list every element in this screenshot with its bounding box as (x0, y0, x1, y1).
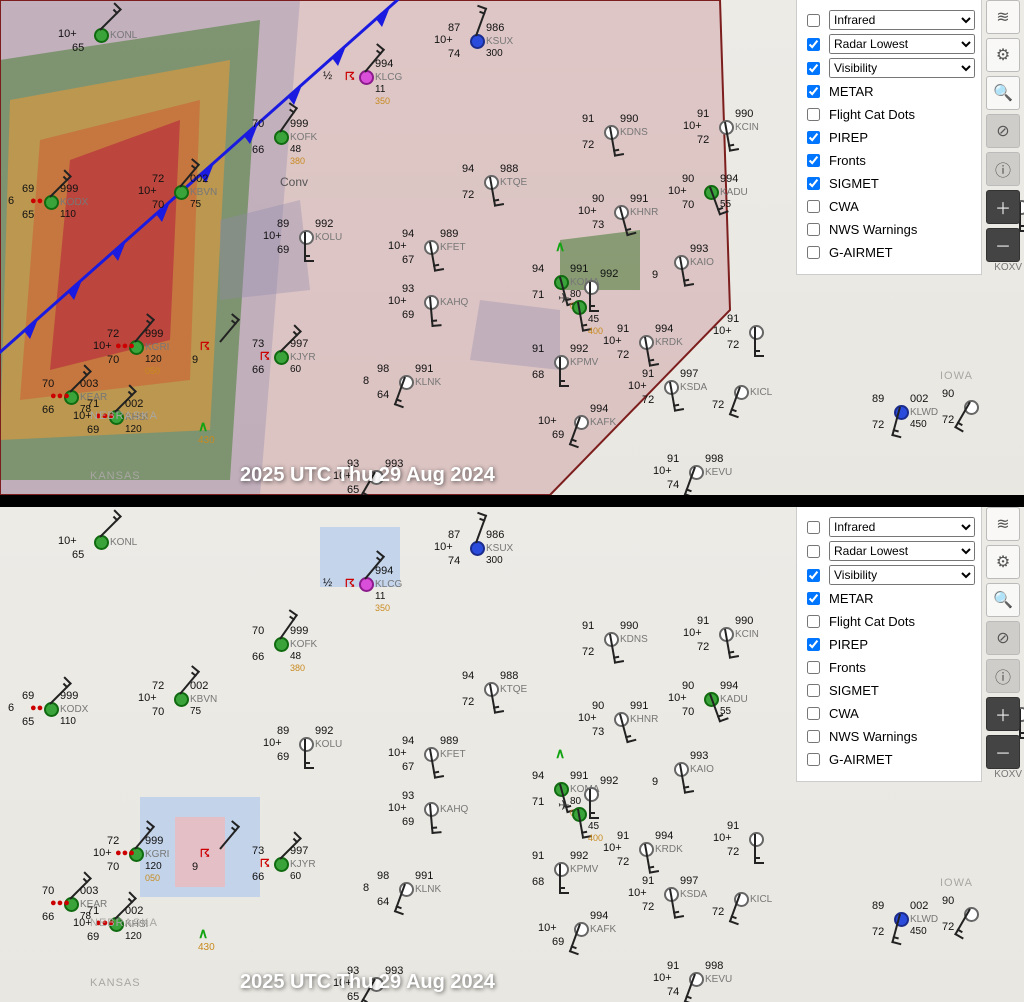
visibility-select[interactable]: Visibility (829, 565, 975, 585)
gear-icon[interactable]: ⚙ (986, 38, 1020, 72)
info-icon[interactable]: ⓘ (986, 152, 1020, 186)
layer-row-metar: METAR (803, 589, 975, 608)
layer-row-visibility: Visibility (803, 565, 975, 585)
zoom-out-icon[interactable]: － (986, 735, 1020, 769)
layer-row-radar: Radar Lowest (803, 541, 975, 561)
sigmet-label: SIGMET (829, 176, 975, 191)
layer-row-sigmet: SIGMET (803, 174, 975, 193)
metar-label: METAR (829, 84, 975, 99)
map-tool-strip: ≋ ⚙ 🔍 ⊘ ⓘ ＋ － (986, 507, 1020, 769)
panel-divider (0, 495, 1024, 507)
cwa-label: CWA (829, 199, 975, 214)
sigmet-label: Conv (280, 175, 308, 189)
edge-station-label: KOXV (994, 769, 1022, 780)
visibility-checkbox[interactable] (807, 62, 820, 75)
layer-row-cwa: CWA (803, 704, 975, 723)
layer-row-gairmet: G-AIRMET (803, 750, 975, 769)
infrared-checkbox[interactable] (807, 14, 820, 27)
pirep-checkbox[interactable] (807, 131, 820, 144)
layer-row-visibility: Visibility (803, 58, 975, 78)
nws-label: NWS Warnings (829, 729, 975, 744)
gear-icon[interactable]: ⚙ (986, 545, 1020, 579)
layer-control-panel: Infrared Radar Lowest Visibility METAR Fligh… (796, 507, 982, 782)
pirep-label: PIREP (829, 637, 975, 652)
search-icon[interactable]: 🔍 (986, 583, 1020, 617)
layer-row-fronts: Fronts (803, 151, 975, 170)
cwa-checkbox[interactable] (807, 200, 820, 213)
layer-row-infrared: Infrared (803, 517, 975, 537)
nws-checkbox[interactable] (807, 730, 820, 743)
layer-row-pirep: PIREP (803, 635, 975, 654)
gairmet-label: G-AIRMET (829, 752, 975, 767)
layers-icon[interactable]: ≋ (986, 507, 1020, 541)
metar-checkbox[interactable] (807, 592, 820, 605)
layer-control-panel: Infrared Radar Lowest Visibility METAR Fligh… (796, 0, 982, 275)
fronts-checkbox[interactable] (807, 154, 820, 167)
visibility-select[interactable]: Visibility (829, 58, 975, 78)
radar-select[interactable]: Radar Lowest (829, 541, 975, 561)
infrared-select[interactable]: Infrared (829, 10, 975, 30)
fcat-label: Flight Cat Dots (829, 107, 975, 122)
airport-icon: ✈ (558, 290, 570, 307)
sigmet-label: SIGMET (829, 683, 975, 698)
layer-row-nws: NWS Warnings (803, 220, 975, 239)
sigmet-checkbox[interactable] (807, 177, 820, 190)
edge-station-label: KOXV (994, 262, 1022, 273)
infrared-select[interactable]: Infrared (829, 517, 975, 537)
fronts-label: Fronts (829, 153, 975, 168)
gairmet-label: G-AIRMET (829, 245, 975, 260)
layer-row-nws: NWS Warnings (803, 727, 975, 746)
airport-icon: ✈ (558, 797, 570, 814)
radar-checkbox[interactable] (807, 38, 820, 51)
layer-row-fronts: Fronts (803, 658, 975, 677)
pirep-label: PIREP (829, 130, 975, 145)
nws-label: NWS Warnings (829, 222, 975, 237)
zoom-out-icon[interactable]: － (986, 228, 1020, 262)
layer-row-metar: METAR (803, 82, 975, 101)
cwa-checkbox[interactable] (807, 707, 820, 720)
map-panel-bottom[interactable]: 6510+KONL877498610+300KSUX994½11KLCG☈350… (0, 507, 1024, 1002)
layers-icon[interactable]: ≋ (986, 0, 1020, 34)
layer-row-gairmet: G-AIRMET (803, 243, 975, 262)
metar-label: METAR (829, 591, 975, 606)
decluster-icon[interactable]: ⊘ (986, 114, 1020, 148)
gairmet-checkbox[interactable] (807, 753, 820, 766)
zoom-in-icon[interactable]: ＋ (986, 697, 1020, 731)
map-panel-top[interactable]: Conv6510+KONL877498610+300KSUX994½11KLCG… (0, 0, 1024, 495)
gairmet-checkbox[interactable] (807, 246, 820, 259)
radar-select[interactable]: Radar Lowest (829, 34, 975, 54)
visibility-checkbox[interactable] (807, 569, 820, 582)
layer-row-fcat: Flight Cat Dots (803, 612, 975, 631)
radar-checkbox[interactable] (807, 545, 820, 558)
search-icon[interactable]: 🔍 (986, 76, 1020, 110)
layer-row-radar: Radar Lowest (803, 34, 975, 54)
layer-row-fcat: Flight Cat Dots (803, 105, 975, 124)
zoom-in-icon[interactable]: ＋ (986, 190, 1020, 224)
fcat-checkbox[interactable] (807, 615, 820, 628)
infrared-checkbox[interactable] (807, 521, 820, 534)
layer-row-sigmet: SIGMET (803, 681, 975, 700)
metar-checkbox[interactable] (807, 85, 820, 98)
layer-row-infrared: Infrared (803, 10, 975, 30)
fcat-checkbox[interactable] (807, 108, 820, 121)
info-icon[interactable]: ⓘ (986, 659, 1020, 693)
layer-row-pirep: PIREP (803, 128, 975, 147)
sigmet-checkbox[interactable] (807, 684, 820, 697)
map-tool-strip: ≋ ⚙ 🔍 ⊘ ⓘ ＋ － (986, 0, 1020, 262)
fronts-checkbox[interactable] (807, 661, 820, 674)
nws-checkbox[interactable] (807, 223, 820, 236)
fcat-label: Flight Cat Dots (829, 614, 975, 629)
fronts-label: Fronts (829, 660, 975, 675)
cwa-label: CWA (829, 706, 975, 721)
layer-row-cwa: CWA (803, 197, 975, 216)
decluster-icon[interactable]: ⊘ (986, 621, 1020, 655)
pirep-checkbox[interactable] (807, 638, 820, 651)
